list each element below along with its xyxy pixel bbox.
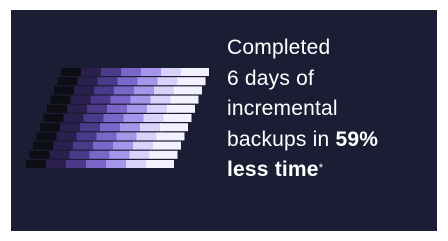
speed-line-segment — [161, 68, 183, 76]
speed-line-segment — [134, 86, 156, 95]
speed-line-segment — [109, 150, 132, 159]
speed-line-segment — [117, 77, 140, 86]
speed-line-segment — [170, 95, 199, 104]
caption-line-1: Completed — [227, 36, 331, 59]
speed-line-segment — [106, 160, 128, 168]
speed-line-segment — [157, 77, 180, 86]
speed-line-segment — [110, 95, 133, 104]
speed-line-segment — [61, 68, 83, 76]
speed-line-segment — [81, 68, 103, 76]
speed-line-segment — [66, 160, 88, 168]
speed-line-segment — [54, 86, 76, 95]
speed-line-segment — [153, 141, 181, 150]
speed-line-segment — [107, 104, 129, 113]
speed-line-segment — [113, 141, 135, 150]
speed-line-segment — [96, 132, 119, 141]
caption-line-3: incremental — [227, 97, 338, 120]
speed-line-segment — [174, 86, 202, 95]
speed-line-segment — [177, 77, 206, 86]
speed-line-segment — [100, 123, 122, 132]
caption-line-4: backups in 59% — [227, 125, 433, 156]
speed-line-segment — [163, 114, 192, 122]
speed-line-segment — [69, 150, 92, 159]
speed-line-segment — [181, 68, 209, 76]
caption-line-4-prefix: backups in — [227, 127, 336, 151]
speed-line-segment — [86, 160, 108, 168]
speed-line-segment — [140, 123, 162, 132]
speed-line-segment — [101, 68, 123, 76]
speed-line-segment — [67, 104, 89, 113]
speed-line-segment — [130, 95, 153, 104]
speed-line-segment — [40, 123, 62, 132]
speed-line-segment — [53, 141, 75, 150]
footnote-marker: * — [318, 162, 324, 174]
speed-line-segment — [60, 123, 82, 132]
speed-line-segment — [76, 132, 99, 141]
speed-line-segment — [141, 68, 163, 76]
speed-line-segment — [89, 150, 112, 159]
speed-line-segment — [94, 86, 116, 95]
speed-line-segment — [143, 114, 166, 122]
speed-line-segment — [46, 160, 68, 168]
speed-line-segment — [26, 160, 48, 168]
speed-line-segment — [147, 104, 169, 113]
speed-line-segment — [87, 104, 109, 113]
speed-line-segment — [47, 104, 69, 113]
speed-line-segment — [49, 150, 72, 159]
stat-card: Completed 6 days of incremental backups … — [11, 10, 437, 231]
speed-line-segment — [97, 77, 120, 86]
speed-line-segment — [146, 160, 174, 168]
speed-line-segment — [123, 114, 146, 122]
speed-line-segment — [127, 104, 149, 113]
speed-line-segment — [83, 114, 106, 122]
speed-line-segment — [33, 141, 55, 150]
stat-caption: Completed 6 days of incremental backups … — [227, 33, 433, 186]
speed-line-segment — [160, 123, 188, 132]
speed-line-segment — [156, 132, 185, 141]
speed-line-segment — [43, 114, 66, 122]
speed-line-segment — [154, 86, 176, 95]
speed-line-segment — [56, 132, 79, 141]
speed-line-segment — [29, 150, 52, 159]
speed-line-segment — [93, 141, 115, 150]
speed-line-segment — [129, 150, 152, 159]
speed-line-segment — [103, 114, 126, 122]
speed-line-segment — [121, 68, 143, 76]
speed-line-segment — [116, 132, 139, 141]
speed-line-segment — [90, 95, 113, 104]
speed-line-segment — [36, 132, 59, 141]
speed-line-segment — [114, 86, 136, 95]
stat-percentage: 59% — [335, 127, 379, 151]
speed-line-segment — [120, 123, 142, 132]
speed-line-segment — [70, 95, 93, 104]
speed-line-segment — [74, 86, 96, 95]
speed-line-segment — [77, 77, 100, 86]
speed-line-segment — [50, 95, 73, 104]
speed-line-segment — [133, 141, 155, 150]
speed-line-segment — [136, 132, 159, 141]
speed-line-segment — [63, 114, 86, 122]
speed-line-segment — [150, 95, 173, 104]
speed-line-segment — [137, 77, 160, 86]
stat-less-time: less time — [227, 158, 319, 181]
speed-line-segment — [57, 77, 80, 86]
caption-line-2: 6 days of — [227, 66, 315, 90]
speed-line-segment — [167, 104, 195, 113]
caption-line-5: less time* — [227, 155, 433, 186]
speed-line-segment — [126, 160, 148, 168]
speed-line-segment — [80, 123, 102, 132]
speed-line-segment — [73, 141, 95, 150]
speed-line-segment — [149, 150, 178, 159]
